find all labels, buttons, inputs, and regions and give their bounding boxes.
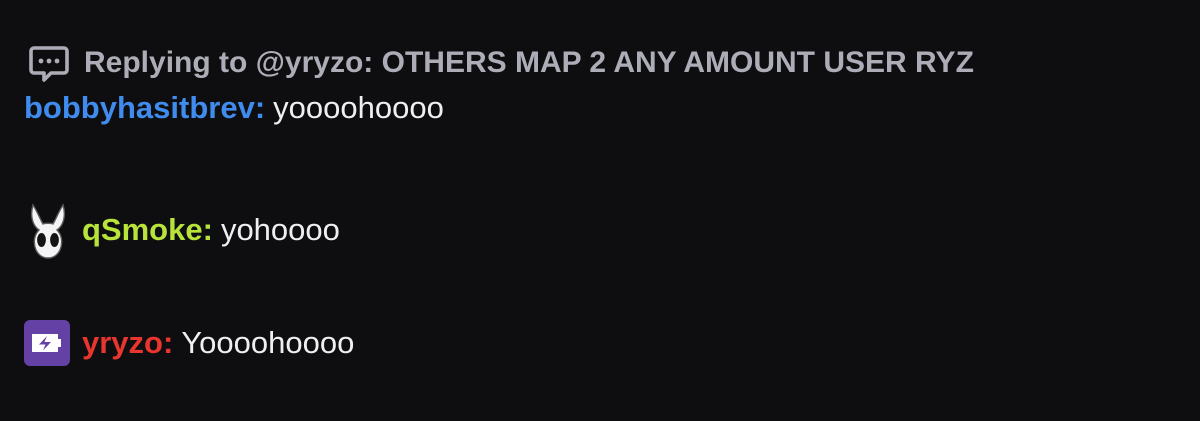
chat-message: qSmoke: yohoooo — [24, 201, 340, 259]
username[interactable]: yryzo — [82, 325, 163, 361]
reply-bubble-icon — [29, 46, 69, 82]
message-text: yoooohoooo — [273, 90, 444, 125]
username-colon: : — [162, 325, 174, 360]
reply-context[interactable]: Replying to @yryzo: OTHERS MAP 2 ANY AMO… — [28, 42, 974, 84]
chat-message: bobbyhasitbrev: yoooohoooo — [24, 90, 444, 126]
chat-panel: Replying to @yryzo: OTHERS MAP 2 ANY AMO… — [0, 0, 1200, 421]
username[interactable]: bobbyhasitbrev — [24, 90, 255, 126]
message-text: Yoooohoooo — [181, 325, 355, 360]
username-colon: : — [254, 90, 266, 125]
prime-gaming-icon[interactable] — [24, 320, 70, 366]
hollow-knight-icon[interactable] — [26, 201, 70, 259]
username-colon: : — [202, 212, 213, 247]
username[interactable]: qSmoke — [82, 212, 203, 248]
message-text: yohoooo — [220, 212, 340, 247]
chat-message: yryzo: Yoooohoooo — [24, 320, 354, 366]
reply-text: Replying to @yryzo: OTHERS MAP 2 ANY AMO… — [84, 46, 974, 79]
